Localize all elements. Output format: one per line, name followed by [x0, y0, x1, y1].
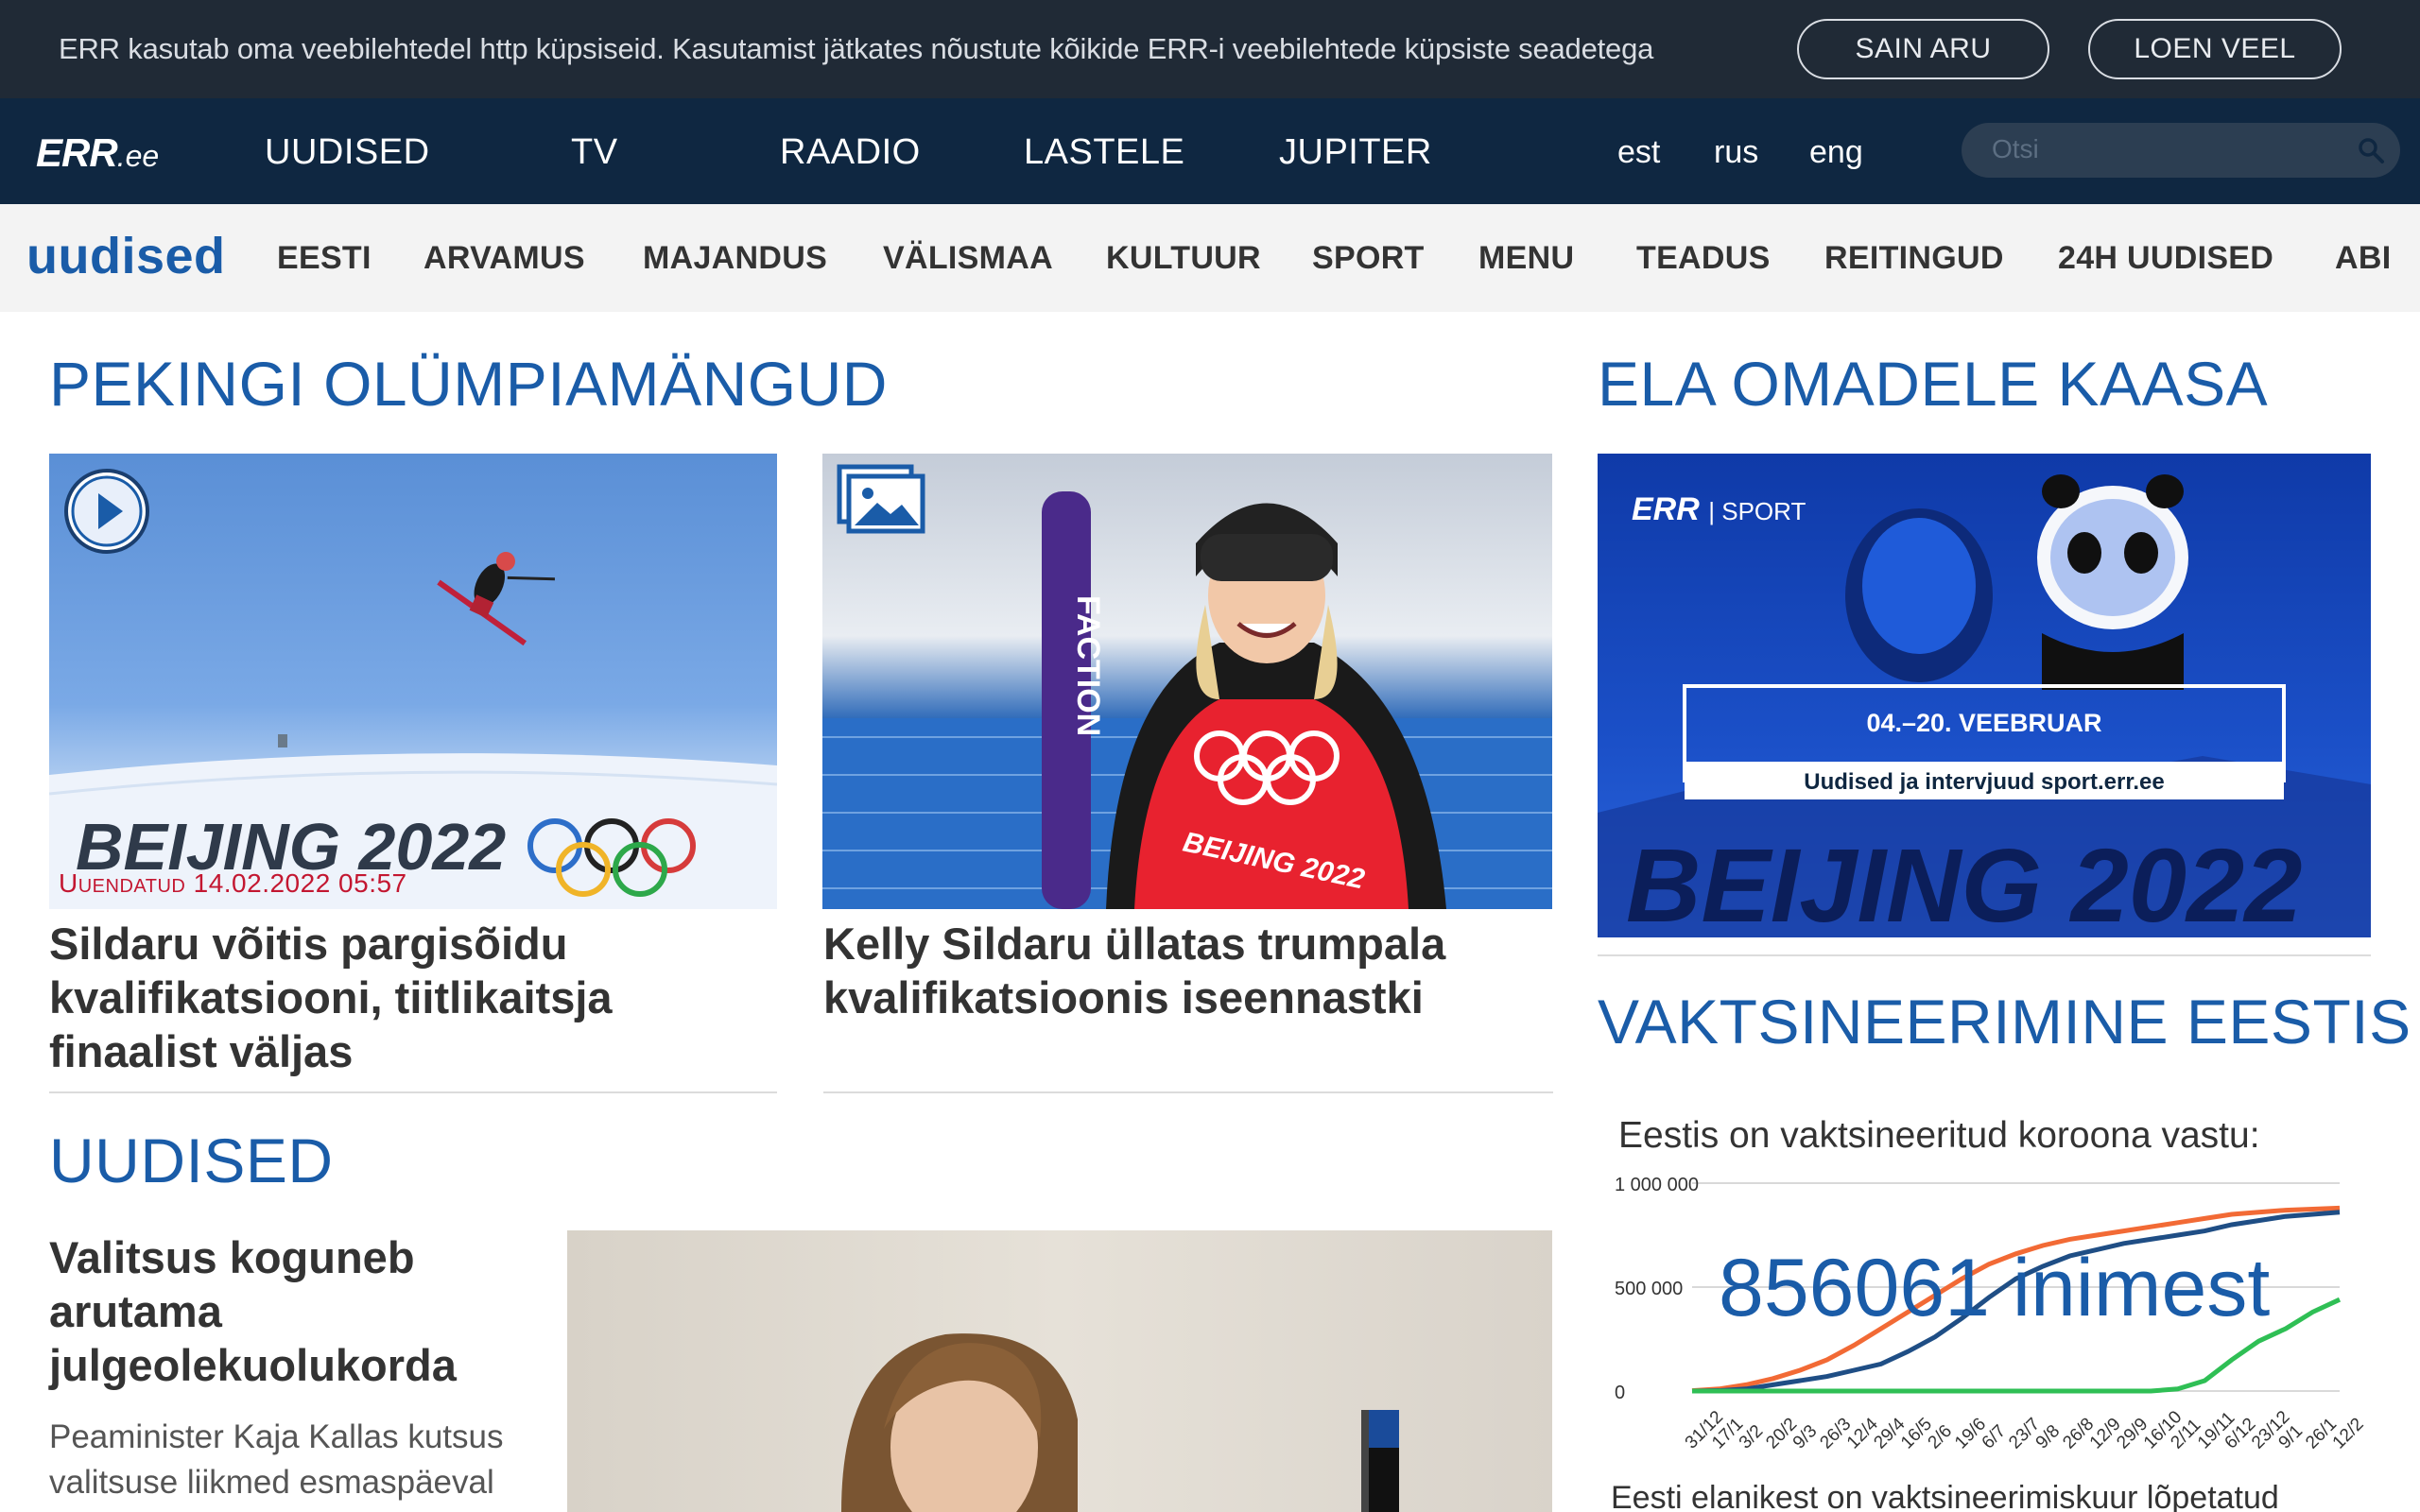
- vaccination-section-title[interactable]: VAKTSINEERIMINE EESTIS: [1598, 986, 2411, 1057]
- ski-brand-text: FACTION: [1070, 595, 1106, 736]
- cookie-more-button[interactable]: LOEN VEEL: [2088, 19, 2342, 79]
- vaccination-count: 856061 inimest: [1719, 1243, 2270, 1333]
- article-headline-2[interactable]: Kelly Sildaru üllatas trumpala kvalifika…: [823, 917, 1553, 1024]
- chart-y-tick-label: 1 000 000: [1615, 1175, 1699, 1195]
- subnav-valismaa[interactable]: VÄLISMAA: [883, 240, 1053, 277]
- news-section-title[interactable]: UUDISED: [49, 1125, 334, 1196]
- news-lead-text: Peaminister Kaja Kallas kutsus valitsuse…: [49, 1418, 504, 1501]
- lang-eng[interactable]: eng: [1809, 134, 1863, 171]
- chart-y-tick-label: 0: [1615, 1383, 1625, 1403]
- main-nav: ERR.ee UUDISED TV RAADIO LASTELE JUPITER…: [0, 98, 2420, 204]
- nav-jupiter[interactable]: JUPITER: [1279, 132, 1432, 173]
- search-input[interactable]: [1992, 130, 2332, 168]
- search-icon[interactable]: [2357, 136, 2385, 164]
- subnav-menu[interactable]: MENU: [1478, 240, 1574, 277]
- cookie-bar: ERR kasutab oma veebilehtedel http küpsi…: [0, 0, 2420, 98]
- subnav-arvamus[interactable]: ARVAMUS: [424, 240, 585, 277]
- nav-uudised[interactable]: UUDISED: [265, 132, 430, 173]
- lang-est[interactable]: est: [1617, 134, 1660, 171]
- banner-dates: 04.–20. VEEBRUAR: [1866, 709, 2101, 737]
- subnav-teadus[interactable]: TEADUS: [1636, 240, 1771, 277]
- search-box: [1962, 123, 2400, 178]
- banner-big-text: BEIJING 2022: [1626, 828, 2302, 937]
- section-brand[interactable]: uudised: [26, 227, 226, 285]
- news-lead-image[interactable]: [567, 1230, 1552, 1512]
- chart-y-tick-label: 500 000: [1615, 1279, 1683, 1299]
- nav-tv[interactable]: TV: [571, 132, 618, 173]
- vaccination-footer: Eesti elanikest on vaktsineerimiskuur lõ…: [1611, 1480, 2279, 1512]
- banner-logo: ERR | SPORT: [1632, 491, 1806, 527]
- gallery-icon[interactable]: [836, 463, 926, 535]
- article-headline-1[interactable]: Sildaru võitis pargisõidu kvalifikatsioo…: [49, 917, 777, 1078]
- section-nav: uudised EESTI ARVAMUS MAJANDUS VÄLISMAA …: [0, 204, 2420, 312]
- article-updated-time: Uuendatud 14.02.2022 05:57: [59, 868, 407, 898]
- nav-lastele[interactable]: LASTELE: [1024, 132, 1184, 173]
- err-logo[interactable]: ERR.ee: [36, 130, 159, 176]
- olympics-section-title[interactable]: PEKINGI OLÜMPIAMÄNGUD: [49, 348, 888, 420]
- subnav-kultuur[interactable]: KULTUUR: [1106, 240, 1261, 277]
- olympics-banner[interactable]: 04.–20. VEEBRUAR Uudised ja intervjuud s…: [1598, 454, 2371, 937]
- article-image-park-ski[interactable]: BEIJING 2022: [49, 454, 777, 909]
- divider: [1598, 954, 2371, 956]
- chart-x-tick-label: 12/2: [2329, 1415, 2368, 1453]
- article-image-sildaru[interactable]: FACTION BEIJING 2022: [822, 454, 1552, 909]
- divider: [49, 1091, 777, 1093]
- subnav-reitingud[interactable]: REITINGUD: [1824, 240, 2004, 277]
- banner-subtitle: Uudised ja intervjuud sport.err.ee: [1804, 769, 2164, 795]
- subnav-eesti[interactable]: EESTI: [277, 240, 372, 277]
- nav-raadio[interactable]: RAADIO: [780, 132, 921, 173]
- news-lead-headline[interactable]: Valitsus koguneb arutama julgeolekuoluko…: [49, 1230, 541, 1392]
- subnav-24h-uudised[interactable]: 24H UUDISED: [2058, 240, 2273, 277]
- minister-illustration: [841, 1333, 1399, 1512]
- cookie-accept-button[interactable]: SAIN ARU: [1797, 19, 2049, 79]
- subnav-majandus[interactable]: MAJANDUS: [643, 240, 827, 277]
- subnav-sport[interactable]: SPORT: [1312, 240, 1425, 277]
- play-icon[interactable]: [62, 467, 151, 556]
- vaccination-heading: Eestis on vaktsineeritud koroona vastu:: [1618, 1115, 2260, 1156]
- ski-jump-illustration: BEIJING 2022: [49, 551, 777, 909]
- athlete-illustration: FACTION BEIJING 2022: [822, 491, 1552, 909]
- lang-rus[interactable]: rus: [1714, 134, 1758, 171]
- divider: [823, 1091, 1553, 1093]
- subnav-abi[interactable]: ABI: [2335, 240, 2391, 277]
- sidebar-section-title[interactable]: ELA OMADELE KAASA: [1598, 348, 2268, 420]
- cookie-text: ERR kasutab oma veebilehtedel http küpsi…: [59, 32, 1654, 65]
- vaccination-chart: 1 000 000500 0000 31/1217/13/220/29/326/…: [1615, 1175, 2368, 1453]
